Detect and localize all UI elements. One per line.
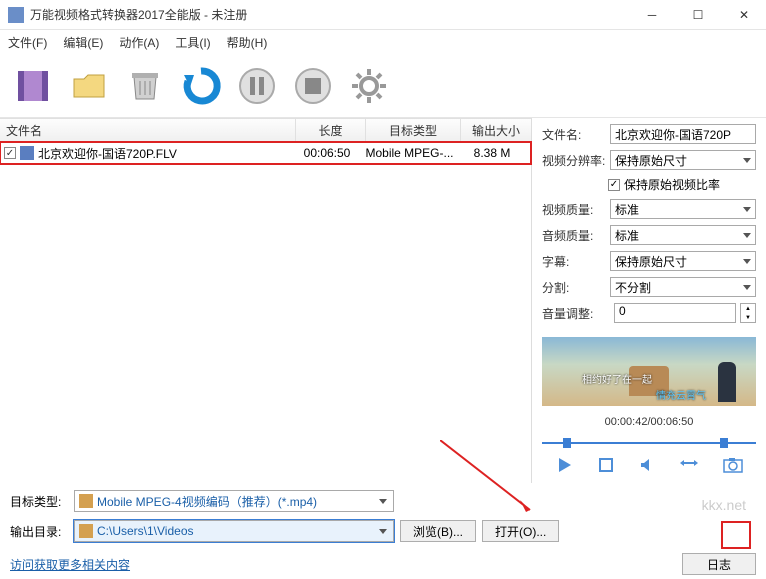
field-filename[interactable]: 北京欢迎你-国语720P [610,124,756,144]
menu-edit[interactable]: 编辑(E) [63,34,103,51]
play-icon[interactable] [555,456,573,477]
combo-aq[interactable]: 标准 [610,225,756,245]
file-icon [20,146,34,160]
row-type: Mobile MPEG-... [362,146,457,160]
volume-spinner[interactable]: ▲▼ [740,303,756,323]
pause-icon[interactable] [232,61,282,111]
label-resolution: 视频分辨率: [542,152,610,169]
seek-slider[interactable] [542,438,756,444]
combo-subtitle[interactable]: 保持原始尺寸 [610,251,756,271]
mute-icon[interactable] [639,457,655,476]
settings-icon[interactable] [344,61,394,111]
combo-split[interactable]: 不分割 [610,277,756,297]
browse-button[interactable]: 浏览(B)... [400,520,476,542]
combo-vq[interactable]: 标准 [610,199,756,219]
folder-icon[interactable] [64,61,114,111]
col-type[interactable]: 目标类型 [366,119,461,141]
checkbox-keep-ratio[interactable]: ✓ [608,179,620,191]
label-aq: 音频质量: [542,227,610,244]
row-length: 00:06:50 [292,146,362,160]
stop-icon[interactable] [288,61,338,111]
more-link[interactable]: 访问获取更多相关内容 [10,556,130,573]
subtitle-2: 情充云霄气 [656,387,706,402]
label-filename: 文件名: [542,126,610,143]
label-target: 目标类型: [10,493,68,510]
row-checkbox[interactable]: ✓ [4,147,16,159]
stop-player-icon[interactable] [598,457,614,476]
format-icon [79,494,93,508]
label-vq: 视频质量: [542,201,610,218]
log-button[interactable]: 日志 [682,553,756,575]
combo-resolution[interactable]: 保持原始尺寸 [610,150,756,170]
convert-icon[interactable] [176,61,226,111]
col-size[interactable]: 输出大小 [461,119,531,141]
app-icon [8,7,24,23]
time-display: 00:00:42 / 00:06:50 [542,416,756,428]
label-volume: 音量调整: [542,305,610,322]
subtitle-1: 相约好了在一起 [582,371,652,386]
menu-tools[interactable]: 工具(I) [175,34,210,51]
row-filename: 北京欢迎你-国语720P.FLV [38,145,177,162]
time-jump-icon[interactable] [680,458,698,475]
minimize-button[interactable]: ─ [638,5,666,25]
combo-output-dir[interactable]: C:\Users\1\Videos [74,520,394,542]
label-outdir: 输出目录: [10,523,68,540]
toolbar [0,54,766,118]
menu-file[interactable]: 文件(F) [8,34,47,51]
window-title: 万能视频格式转换器2017全能版 - 未注册 [30,6,638,23]
col-name[interactable]: 文件名 [0,119,296,141]
menu-help[interactable]: 帮助(H) [227,34,268,51]
row-size: 8.38 M [457,146,527,160]
annotation-highlight [721,521,751,549]
snapshot-icon[interactable] [723,457,743,476]
properties-panel: 文件名:北京欢迎你-国语720P 视频分辨率:保持原始尺寸 ✓保持原始视频比率 … [532,118,766,483]
menu-action[interactable]: 动作(A) [119,34,159,51]
label-split: 分割: [542,279,610,296]
file-list-panel: 文件名 长度 目标类型 输出大小 ✓ 北京欢迎你-国语720P.FLV 00:0… [0,118,532,483]
close-button[interactable]: ✕ [730,5,758,25]
titlebar: 万能视频格式转换器2017全能版 - 未注册 ─ ☐ ✕ [0,0,766,30]
maximize-button[interactable]: ☐ [684,5,712,25]
add-file-icon[interactable] [8,61,58,111]
col-length[interactable]: 长度 [296,119,366,141]
menubar: 文件(F) 编辑(E) 动作(A) 工具(I) 帮助(H) [0,30,766,54]
list-header: 文件名 长度 目标类型 输出大小 [0,118,531,142]
trash-icon[interactable] [120,61,170,111]
folder-small-icon [79,524,93,538]
list-item[interactable]: ✓ 北京欢迎你-国语720P.FLV 00:06:50 Mobile MPEG-… [0,142,531,164]
open-button[interactable]: 打开(O)... [482,520,559,542]
label-keep-ratio: 保持原始视频比率 [624,176,720,193]
combo-target-format[interactable]: Mobile MPEG-4视频编码（推荐）(*.mp4) [74,490,394,512]
label-subtitle: 字幕: [542,253,610,270]
preview-pane[interactable]: 相约好了在一起 情充云霄气 [542,337,756,406]
input-volume[interactable]: 0 [614,303,736,323]
bottom-panel: 目标类型: Mobile MPEG-4视频编码（推荐）(*.mp4) 输出目录:… [0,483,766,549]
